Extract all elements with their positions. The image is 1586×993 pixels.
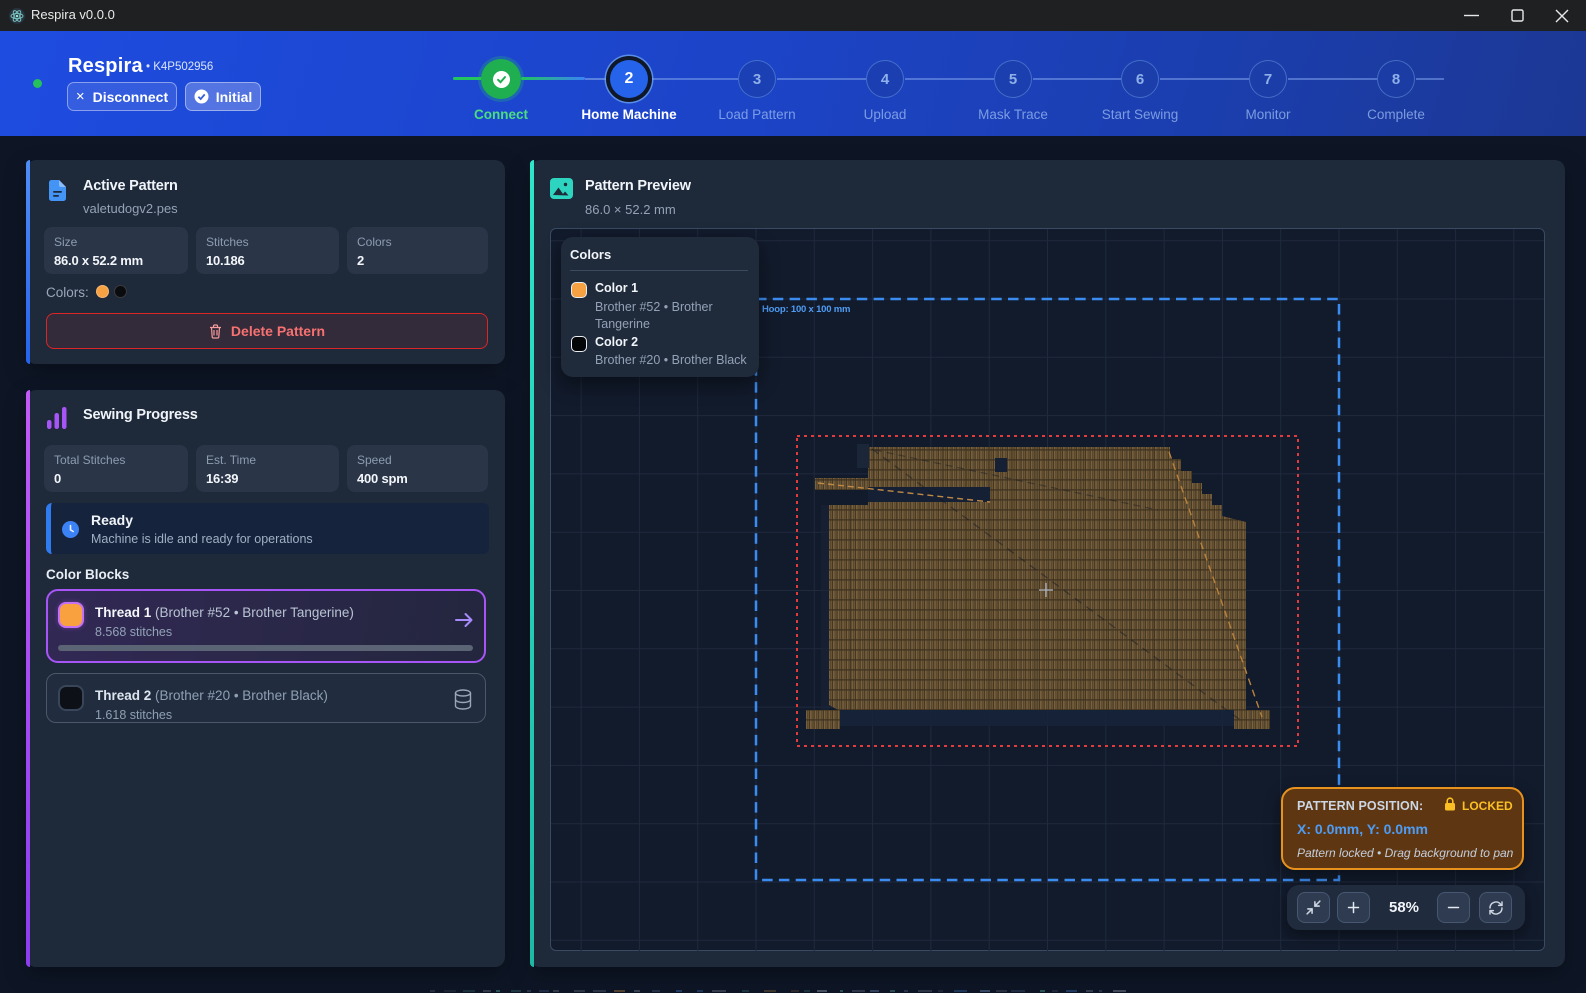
svg-text:Hoop: 100 x 100 mm: Hoop: 100 x 100 mm (762, 304, 850, 315)
